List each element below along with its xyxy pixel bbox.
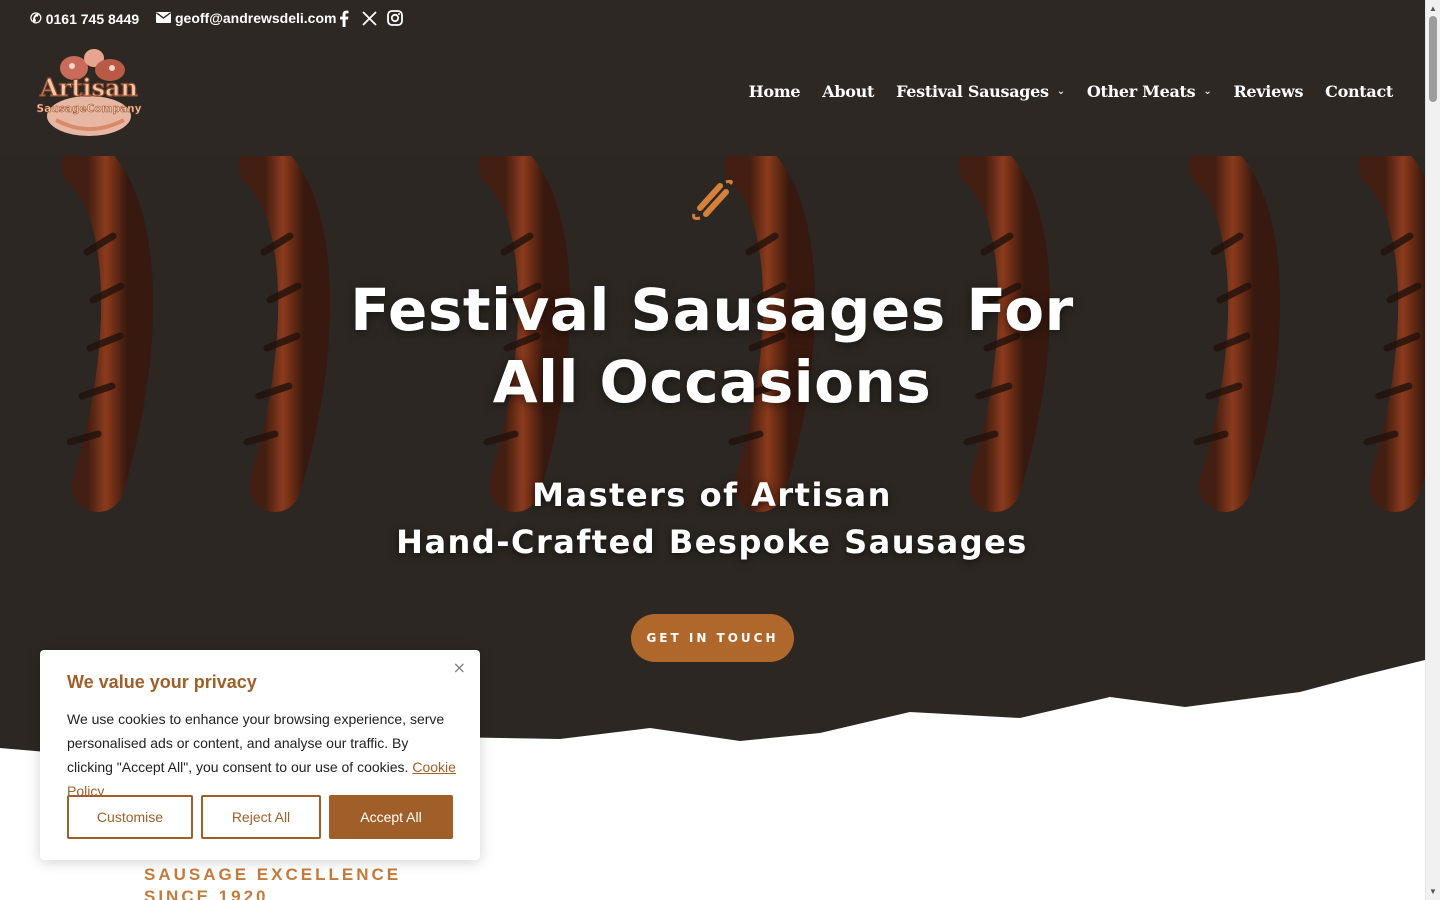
- instagram-icon[interactable]: [386, 9, 404, 27]
- page: ✆ 0161 745 8449 geoff@andrewsdeli.com Ar…: [0, 0, 1440, 900]
- site-logo[interactable]: Artisan SausageCompany: [36, 46, 142, 140]
- phone-number: 0161 745 8449: [45, 10, 140, 27]
- cookie-text: We use cookies to enhance your browsing …: [67, 707, 457, 803]
- cookie-consent-dialog: × We value your privacy We use cookies t…: [40, 650, 480, 860]
- chevron-down-icon: ⌄: [1056, 86, 1065, 97]
- nav-festival-sausages[interactable]: Festival Sausages ⌄: [896, 82, 1065, 101]
- hero-subtitle-line1: Masters of Artisan: [532, 476, 892, 514]
- chevron-down-icon: ⌄: [1203, 86, 1212, 97]
- hero-title: Festival Sausages For All Occasions: [350, 276, 1074, 416]
- sausage-icon: [690, 178, 736, 222]
- top-bar: ✆ 0161 745 8449 geoff@andrewsdeli.com: [0, 0, 1425, 36]
- nav-label: Festival Sausages: [896, 82, 1049, 101]
- nav-contact[interactable]: Contact: [1325, 82, 1393, 101]
- section-heading-line1: SAUSAGE EXCELLENCE: [144, 865, 402, 884]
- cookie-body: We use cookies to enhance your browsing …: [67, 711, 445, 775]
- email-link[interactable]: geoff@andrewsdeli.com: [156, 10, 336, 26]
- section-heading-line2: SINCE 1920: [144, 887, 269, 900]
- phone-link[interactable]: ✆ 0161 745 8449: [30, 10, 139, 27]
- nav-label: Home: [748, 82, 801, 101]
- section-heading: SAUSAGE EXCELLENCE SINCE 1920: [144, 864, 444, 900]
- scroll-up-arrow-icon[interactable]: ▲: [1429, 4, 1437, 13]
- scroll-thumb[interactable]: [1429, 16, 1437, 102]
- site-header: Artisan SausageCompany Home About Festiv…: [0, 36, 1425, 156]
- customise-button[interactable]: Customise: [67, 795, 193, 839]
- get-in-touch-button[interactable]: GET IN TOUCH: [631, 614, 794, 662]
- nav-about[interactable]: About: [822, 82, 874, 101]
- scroll-down-arrow-icon[interactable]: ▼: [1429, 887, 1437, 896]
- nav-other-meats[interactable]: Other Meats ⌄: [1087, 82, 1212, 101]
- facebook-icon[interactable]: [335, 9, 353, 27]
- nav-label: Contact: [1325, 82, 1393, 101]
- hero-subtitle-line2: Hand-Crafted Bespoke Sausages: [396, 523, 1028, 561]
- nav-reviews[interactable]: Reviews: [1233, 82, 1303, 101]
- scrollbar[interactable]: ▲ ▼: [1425, 0, 1440, 900]
- phone-icon: ✆: [30, 10, 42, 26]
- reject-all-button[interactable]: Reject All: [201, 795, 321, 839]
- nav-label: Other Meats: [1086, 82, 1196, 101]
- nav-home[interactable]: Home: [749, 82, 801, 101]
- main-nav: Home About Festival Sausages ⌄ Other Meat…: [727, 82, 1394, 101]
- hero-subtitle: Masters of Artisan Hand-Crafted Bespoke …: [312, 472, 1112, 566]
- email-address: geoff@andrewsdeli.com: [175, 10, 337, 26]
- close-icon[interactable]: ×: [453, 658, 466, 677]
- nav-label: About: [822, 82, 875, 101]
- cookie-title: We value your privacy: [67, 672, 257, 692]
- nav-label: Reviews: [1233, 82, 1304, 101]
- svg-text:SausageCompany: SausageCompany: [37, 103, 142, 115]
- svg-text:Artisan: Artisan: [39, 73, 138, 102]
- x-icon[interactable]: [360, 9, 378, 27]
- accept-all-button[interactable]: Accept All: [329, 795, 453, 839]
- envelope-icon: [156, 10, 171, 26]
